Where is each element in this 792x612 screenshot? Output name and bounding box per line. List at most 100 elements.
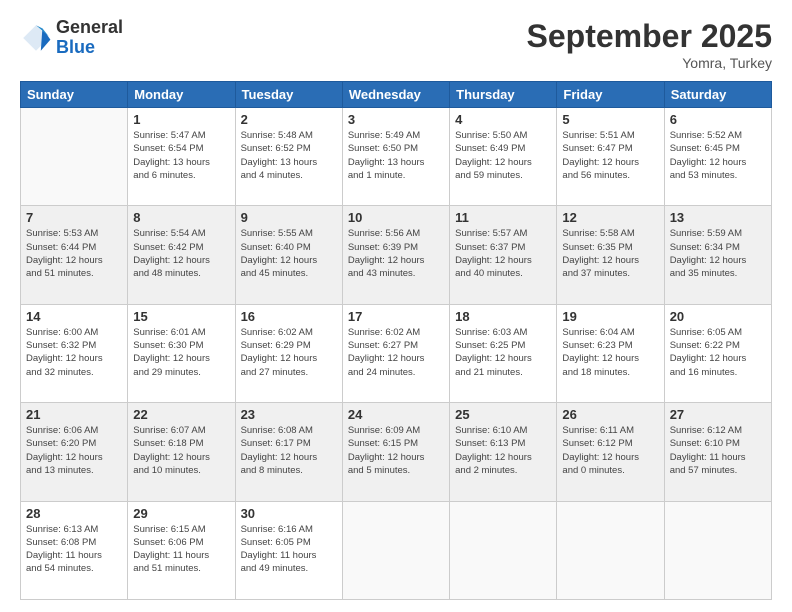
day-info: Sunrise: 6:01 AM Sunset: 6:30 PM Dayligh… [133,326,229,379]
calendar-cell: 12 Sunrise: 5:58 AM Sunset: 6:35 PM Dayli… [557,206,664,304]
calendar-table: SundayMondayTuesdayWednesdayThursdayFrid… [20,81,772,600]
calendar-cell: 2 Sunrise: 5:48 AM Sunset: 6:52 PM Daylig… [235,108,342,206]
day-number: 19 [562,309,658,324]
day-info: Sunrise: 6:02 AM Sunset: 6:27 PM Dayligh… [348,326,444,379]
day-info: Sunrise: 6:10 AM Sunset: 6:13 PM Dayligh… [455,424,551,477]
calendar-cell: 19Sunrise: 6:04 AM Sunset: 6:23 PM Dayli… [557,304,664,402]
day-number: 18 [455,309,551,324]
day-info: Sunrise: 6:02 AM Sunset: 6:29 PM Dayligh… [241,326,337,379]
col-header-sunday: Sunday [21,82,128,108]
day-number: 9 [241,210,337,225]
calendar-cell [342,501,449,599]
day-info: Sunrise: 6:15 AM Sunset: 6:06 PM Dayligh… [133,523,229,576]
calendar-week-2: 7Sunrise: 5:53 AM Sunset: 6:44 PM Daylig… [21,206,772,304]
logo-icon [20,22,52,54]
calendar-cell [664,501,771,599]
calendar-cell: 23 Sunrise: 6:08 AM Sunset: 6:17 PM Dayli… [235,403,342,501]
month-title: September 2025 [527,18,772,55]
day-number: 8 [133,210,229,225]
day-number: 17 [348,309,444,324]
day-number: 24 [348,407,444,422]
page: General Blue September 2025 Yomra, Turke… [0,0,792,612]
day-number: 20 [670,309,766,324]
col-header-wednesday: Wednesday [342,82,449,108]
day-number: 22 [133,407,229,422]
calendar-cell [557,501,664,599]
day-number: 23 [241,407,337,422]
col-header-monday: Monday [128,82,235,108]
calendar-cell: 28 Sunrise: 6:13 AM Sunset: 6:08 PM Dayli… [21,501,128,599]
calendar-cell: 18Sunrise: 6:03 AM Sunset: 6:25 PM Dayli… [450,304,557,402]
day-info: Sunrise: 5:56 AM Sunset: 6:39 PM Dayligh… [348,227,444,280]
day-number: 2 [241,112,337,127]
calendar-cell: 15Sunrise: 6:01 AM Sunset: 6:30 PM Dayli… [128,304,235,402]
calendar-cell: 5 Sunrise: 5:51 AM Sunset: 6:47 PM Daylig… [557,108,664,206]
day-info: Sunrise: 6:00 AM Sunset: 6:32 PM Dayligh… [26,326,122,379]
col-header-tuesday: Tuesday [235,82,342,108]
calendar-cell: 6Sunrise: 5:52 AM Sunset: 6:45 PM Daylig… [664,108,771,206]
day-info: Sunrise: 5:59 AM Sunset: 6:34 PM Dayligh… [670,227,766,280]
header: General Blue September 2025 Yomra, Turke… [20,18,772,71]
day-number: 3 [348,112,444,127]
day-number: 14 [26,309,122,324]
calendar-cell: 13 Sunrise: 5:59 AM Sunset: 6:34 PM Dayli… [664,206,771,304]
day-info: Sunrise: 5:48 AM Sunset: 6:52 PM Dayligh… [241,129,337,182]
calendar-cell: 27 Sunrise: 6:12 AM Sunset: 6:10 PM Dayli… [664,403,771,501]
calendar-cell: 8 Sunrise: 5:54 AM Sunset: 6:42 PM Daylig… [128,206,235,304]
day-info: Sunrise: 6:16 AM Sunset: 6:05 PM Dayligh… [241,523,337,576]
calendar-cell: 11Sunrise: 5:57 AM Sunset: 6:37 PM Dayli… [450,206,557,304]
day-number: 26 [562,407,658,422]
calendar-cell: 20 Sunrise: 6:05 AM Sunset: 6:22 PM Dayli… [664,304,771,402]
day-number: 7 [26,210,122,225]
col-header-friday: Friday [557,82,664,108]
day-info: Sunrise: 5:55 AM Sunset: 6:40 PM Dayligh… [241,227,337,280]
day-info: Sunrise: 5:52 AM Sunset: 6:45 PM Dayligh… [670,129,766,182]
calendar-cell: 7Sunrise: 5:53 AM Sunset: 6:44 PM Daylig… [21,206,128,304]
day-info: Sunrise: 6:11 AM Sunset: 6:12 PM Dayligh… [562,424,658,477]
day-info: Sunrise: 5:57 AM Sunset: 6:37 PM Dayligh… [455,227,551,280]
day-number: 5 [562,112,658,127]
day-number: 12 [562,210,658,225]
location: Yomra, Turkey [527,55,772,71]
calendar-cell: 17 Sunrise: 6:02 AM Sunset: 6:27 PM Dayli… [342,304,449,402]
calendar-cell: 26 Sunrise: 6:11 AM Sunset: 6:12 PM Dayli… [557,403,664,501]
calendar-cell: 25 Sunrise: 6:10 AM Sunset: 6:13 PM Dayli… [450,403,557,501]
calendar-cell: 22Sunrise: 6:07 AM Sunset: 6:18 PM Dayli… [128,403,235,501]
day-info: Sunrise: 6:05 AM Sunset: 6:22 PM Dayligh… [670,326,766,379]
day-number: 27 [670,407,766,422]
day-number: 10 [348,210,444,225]
calendar-cell: 30 Sunrise: 6:16 AM Sunset: 6:05 PM Dayli… [235,501,342,599]
day-number: 21 [26,407,122,422]
day-number: 28 [26,506,122,521]
calendar-header-row: SundayMondayTuesdayWednesdayThursdayFrid… [21,82,772,108]
day-info: Sunrise: 6:08 AM Sunset: 6:17 PM Dayligh… [241,424,337,477]
day-info: Sunrise: 6:13 AM Sunset: 6:08 PM Dayligh… [26,523,122,576]
day-number: 30 [241,506,337,521]
calendar-week-1: 1Sunrise: 5:47 AM Sunset: 6:54 PM Daylig… [21,108,772,206]
day-info: Sunrise: 6:09 AM Sunset: 6:15 PM Dayligh… [348,424,444,477]
calendar-cell: 3Sunrise: 5:49 AM Sunset: 6:50 PM Daylig… [342,108,449,206]
calendar-cell [21,108,128,206]
day-number: 1 [133,112,229,127]
day-number: 4 [455,112,551,127]
calendar-cell: 4Sunrise: 5:50 AM Sunset: 6:49 PM Daylig… [450,108,557,206]
day-number: 25 [455,407,551,422]
calendar-cell: 16Sunrise: 6:02 AM Sunset: 6:29 PM Dayli… [235,304,342,402]
logo-text: General Blue [56,18,123,58]
day-info: Sunrise: 6:06 AM Sunset: 6:20 PM Dayligh… [26,424,122,477]
calendar-cell: 24 Sunrise: 6:09 AM Sunset: 6:15 PM Dayli… [342,403,449,501]
day-info: Sunrise: 5:54 AM Sunset: 6:42 PM Dayligh… [133,227,229,280]
day-info: Sunrise: 5:51 AM Sunset: 6:47 PM Dayligh… [562,129,658,182]
calendar-cell: 1Sunrise: 5:47 AM Sunset: 6:54 PM Daylig… [128,108,235,206]
day-number: 13 [670,210,766,225]
day-info: Sunrise: 5:58 AM Sunset: 6:35 PM Dayligh… [562,227,658,280]
day-info: Sunrise: 6:12 AM Sunset: 6:10 PM Dayligh… [670,424,766,477]
calendar-cell [450,501,557,599]
calendar-week-3: 14 Sunrise: 6:00 AM Sunset: 6:32 PM Dayli… [21,304,772,402]
calendar-cell: 10 Sunrise: 5:56 AM Sunset: 6:39 PM Dayli… [342,206,449,304]
calendar-cell: 14 Sunrise: 6:00 AM Sunset: 6:32 PM Dayli… [21,304,128,402]
calendar-cell: 21 Sunrise: 6:06 AM Sunset: 6:20 PM Dayli… [21,403,128,501]
day-number: 29 [133,506,229,521]
calendar-cell: 29 Sunrise: 6:15 AM Sunset: 6:06 PM Dayli… [128,501,235,599]
title-area: September 2025 Yomra, Turkey [527,18,772,71]
